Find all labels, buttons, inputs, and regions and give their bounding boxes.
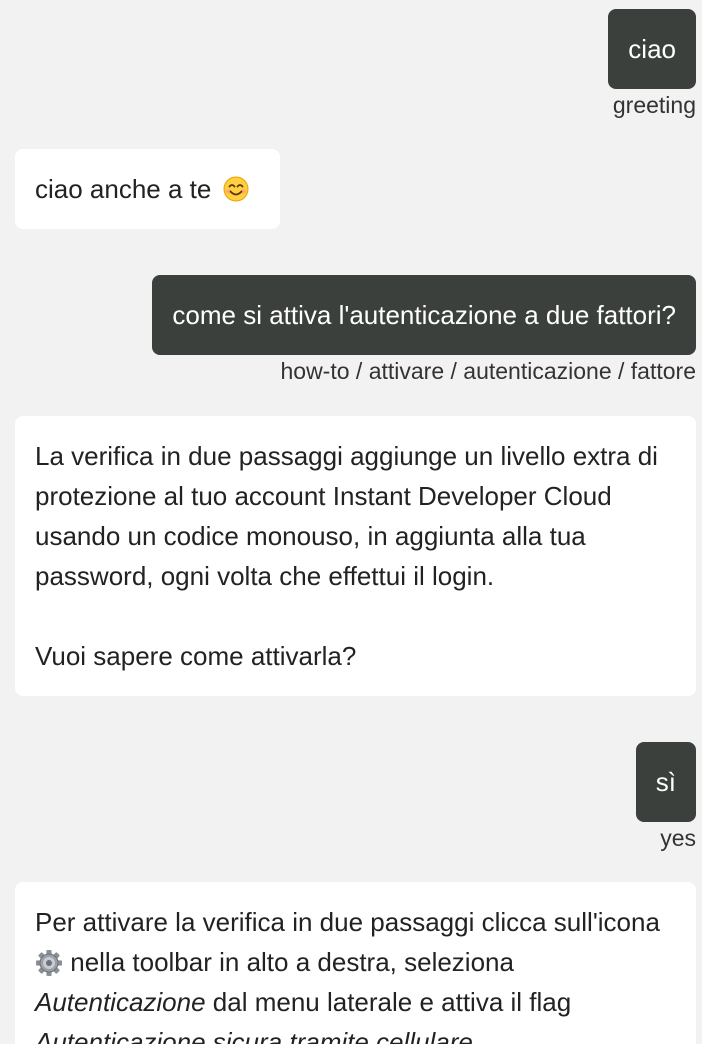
user-message-text: sì bbox=[655, 767, 676, 797]
flag-name: Autenticazione sicura tramite cellulare bbox=[35, 1027, 473, 1044]
bot-message-text: Per attivare la verifica in due passaggi… bbox=[35, 907, 660, 937]
user-message-text: ciao bbox=[628, 34, 676, 64]
intent-tag-how-to: how-to / attivare / autenticazione / fat… bbox=[280, 358, 696, 384]
bot-message-text: dal menu laterale e attiva il flag bbox=[205, 987, 572, 1017]
bot-message-text: ciao anche a te bbox=[35, 174, 212, 204]
user-message-text: come si attiva l'autenticazione a due fa… bbox=[172, 300, 676, 330]
bot-message-question: Vuoi sapere come attivarla? bbox=[35, 641, 357, 671]
user-message-yes: sì bbox=[635, 742, 696, 822]
chat-transcript: ciao greeting ciao anche a te come si at… bbox=[0, 0, 702, 1044]
menu-item-name: Autenticazione bbox=[35, 987, 206, 1017]
bot-message-greeting-reply: ciao anche a te bbox=[15, 149, 280, 229]
bot-message-explanation: La verifica in due passaggi aggiunge un … bbox=[15, 416, 696, 696]
bot-message-text: nella toolbar in alto a destra, selezion… bbox=[70, 947, 514, 977]
user-message-greeting: ciao bbox=[608, 9, 696, 89]
user-message-question: come si attiva l'autenticazione a due fa… bbox=[152, 275, 696, 355]
gear-icon bbox=[36, 950, 62, 976]
bot-message-paragraph: La verifica in due passaggi aggiunge un … bbox=[35, 441, 658, 591]
intent-tag-yes: yes bbox=[660, 825, 696, 851]
intent-tag-greeting: greeting bbox=[612, 92, 696, 118]
smiling-face-emoji bbox=[223, 176, 249, 202]
bot-message-instructions: Per attivare la verifica in due passaggi… bbox=[15, 882, 696, 1044]
